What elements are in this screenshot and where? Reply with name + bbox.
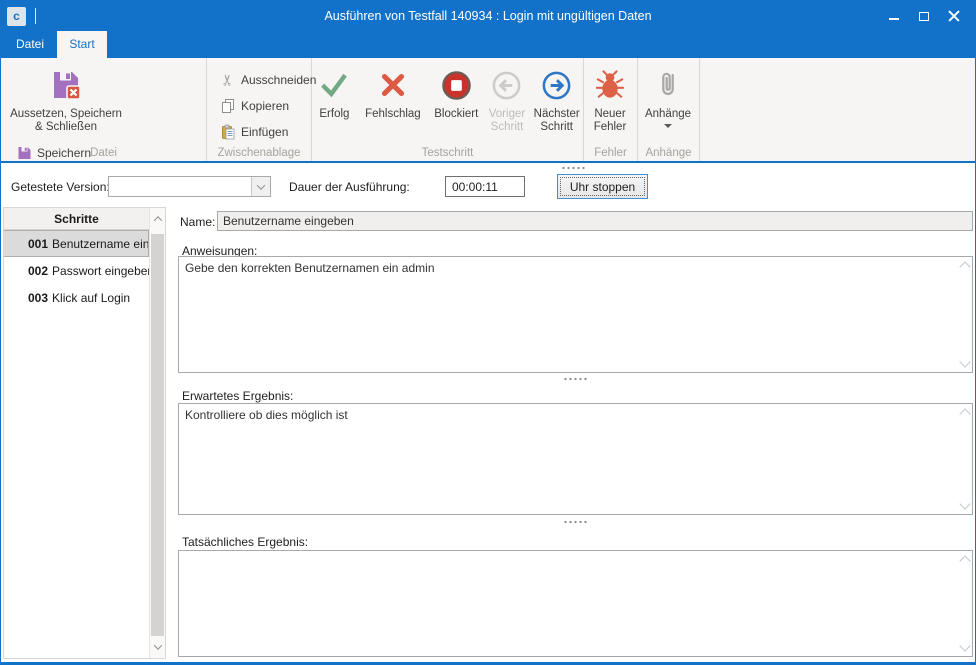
scissors-icon: ✂: [219, 72, 236, 89]
stop-clock-button[interactable]: Uhr stoppen: [557, 174, 648, 199]
stop-circle-icon: [440, 65, 473, 105]
floppy-x-icon: [49, 65, 83, 105]
title-bar: c Ausführen von Testfall 140934 : Login …: [1, 1, 975, 31]
instructions-textarea[interactable]: Gebe den korrekten Benutzernamen ein adm…: [179, 257, 972, 372]
step-number: 002: [28, 264, 48, 278]
arrow-left-circle-icon: [490, 65, 523, 105]
execution-toolbar: Getestete Version: Dauer der Ausführung:…: [1, 163, 975, 207]
scroll-down-icon[interactable]: [150, 638, 165, 656]
clipboard-icon: [219, 124, 236, 141]
next-step-label: Nächster Schritt: [530, 108, 583, 134]
steps-header: Schritte: [4, 208, 149, 230]
name-label: Name:: [180, 215, 215, 229]
titlebar-separator: [35, 8, 36, 24]
pass-button[interactable]: Erfolg: [312, 61, 357, 161]
actual-result-textarea[interactable]: [179, 551, 972, 656]
list-item-step-1[interactable]: 001 Benutzername eingeben: [4, 230, 149, 257]
minimize-button[interactable]: [879, 1, 909, 31]
paperclip-icon: [653, 65, 683, 105]
steps-panel: Schritte 001 Benutzername eingeben 002 P…: [3, 207, 166, 659]
close-button[interactable]: [939, 1, 969, 31]
blocked-button[interactable]: Blockiert: [429, 61, 484, 161]
copy-label: Kopieren: [241, 99, 289, 113]
fail-label: Fehlschlag: [365, 108, 421, 121]
step-label: Benutzername eingeben: [52, 237, 149, 251]
scrollbar-thumb[interactable]: [151, 234, 164, 636]
window-title: Ausführen von Testfall 140934 : Login mi…: [121, 1, 855, 31]
suspend-save-close-button[interactable]: Aussetzen, Speichern & Schließen: [9, 61, 123, 134]
prev-step-label: Voriger Schritt: [484, 108, 531, 134]
expected-result-textarea[interactable]: Kontrolliere ob dies möglich ist: [179, 404, 972, 514]
duration-field[interactable]: [445, 176, 525, 197]
ribbon-empty-area: [700, 58, 975, 161]
attachments-dropdown-icon: [664, 124, 672, 128]
ribbon-group-fehler: Neuer Fehler Fehler: [584, 58, 638, 161]
group-label-anhaenge: Anhänge: [638, 147, 699, 159]
minimize-icon: [889, 18, 899, 20]
instructions-textbox: Gebe den korrekten Benutzernamen ein adm…: [178, 256, 973, 373]
ribbon-group-testschritt: Erfolg Fehlschlag Blockiert: [312, 58, 584, 161]
app-icon[interactable]: c: [7, 7, 26, 26]
close-icon: [948, 10, 960, 22]
tab-datei[interactable]: Datei: [9, 31, 51, 58]
fail-button[interactable]: Fehlschlag: [357, 61, 429, 161]
chevron-down-icon: [257, 181, 265, 189]
step-detail-form: Name: Anweisungen: Gebe den korrekten Be…: [178, 207, 973, 659]
tested-version-combobox[interactable]: [108, 176, 271, 197]
scroll-up-icon[interactable]: [150, 210, 165, 228]
tested-version-label: Getestete Version:: [11, 180, 110, 194]
expected-result-textbox: Kontrolliere ob dies möglich ist: [178, 403, 973, 515]
app-window: c Ausführen von Testfall 140934 : Login …: [0, 0, 976, 665]
copy-button[interactable]: Kopieren: [219, 93, 316, 119]
prev-step-button[interactable]: Voriger Schritt: [484, 61, 531, 161]
ribbon-group-anhaenge: Anhänge Anhänge: [638, 58, 700, 161]
group-label-fehler: Fehler: [584, 147, 637, 159]
attachments-label: Anhänge: [645, 108, 691, 121]
attachments-button[interactable]: Anhänge: [638, 61, 698, 128]
ribbon: Aussetzen, Speichern & Schließen Speiche…: [1, 58, 975, 161]
copy-icon: [219, 98, 236, 115]
check-icon: [318, 65, 350, 105]
combo-dropdown-button[interactable]: [251, 177, 270, 196]
step-number: 003: [28, 291, 48, 305]
list-item-step-2[interactable]: 002 Passwort eingeben: [4, 257, 149, 284]
actual-result-textbox: [178, 550, 973, 657]
steps-scrollbar[interactable]: [149, 208, 165, 658]
maximize-icon: [919, 12, 929, 21]
name-field[interactable]: [217, 211, 973, 231]
splitter-grip-top[interactable]: [561, 166, 585, 170]
splitter-grip-expected[interactable]: [563, 520, 587, 524]
steps-list: Schritte 001 Benutzername eingeben 002 P…: [4, 208, 149, 658]
cut-label: Ausschneiden: [241, 73, 316, 87]
bug-icon: [595, 65, 625, 105]
ribbon-group-datei: Aussetzen, Speichern & Schließen Speiche…: [1, 58, 207, 161]
splitter-grip-instructions[interactable]: [563, 377, 587, 381]
duration-label: Dauer der Ausführung:: [289, 180, 410, 194]
ribbon-tab-row: Datei Start: [1, 31, 975, 58]
step-label: Passwort eingeben: [52, 264, 149, 278]
new-defect-label: Neuer Fehler: [584, 108, 636, 134]
cut-button[interactable]: ✂ Ausschneiden: [219, 67, 316, 93]
list-item-step-3[interactable]: 003 Klick auf Login: [4, 284, 149, 311]
actual-result-label: Tatsächliches Ergebnis:: [182, 535, 308, 549]
expected-result-label: Erwartetes Ergebnis:: [182, 389, 293, 403]
suspend-save-close-label: Aussetzen, Speichern & Schließen: [9, 108, 123, 134]
arrow-right-circle-icon: [540, 65, 573, 105]
fail-x-icon: [377, 65, 409, 105]
tab-start[interactable]: Start: [57, 31, 107, 58]
maximize-button[interactable]: [909, 1, 939, 31]
step-number: 001: [28, 237, 48, 251]
group-label-zwischenablage: Zwischenablage: [207, 147, 311, 159]
next-step-button[interactable]: Nächster Schritt: [530, 61, 583, 161]
blocked-label: Blockiert: [434, 108, 478, 121]
paste-button[interactable]: Einfügen: [219, 119, 316, 145]
group-label-testschritt: Testschritt: [312, 147, 583, 159]
group-label-datei: Datei: [1, 147, 206, 159]
pass-label: Erfolg: [319, 108, 349, 121]
paste-label: Einfügen: [241, 125, 288, 139]
new-defect-button[interactable]: Neuer Fehler: [584, 61, 636, 134]
step-label: Klick auf Login: [52, 291, 130, 305]
ribbon-group-zwischenablage: ✂ Ausschneiden Kopieren: [207, 58, 312, 161]
